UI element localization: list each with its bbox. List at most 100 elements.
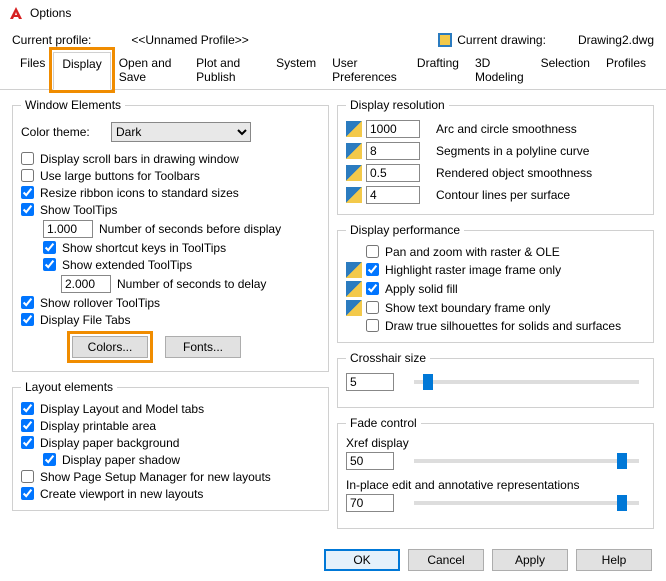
rendered-smoothness-input[interactable] (366, 164, 420, 182)
display-resolution-legend: Display resolution (346, 98, 449, 112)
resolution-icon (346, 165, 362, 181)
show-page-setup-manager-checkbox[interactable] (21, 470, 34, 483)
highlight-raster-frame-label: Highlight raster image frame only (385, 263, 561, 277)
fonts-button[interactable]: Fonts... (165, 336, 241, 358)
display-scroll-bars-label: Display scroll bars in drawing window (40, 152, 239, 166)
draw-true-silhouettes-checkbox[interactable] (366, 319, 379, 332)
apply-solid-fill-checkbox[interactable] (366, 282, 379, 295)
title-bar: Options (0, 0, 666, 26)
show-extended-tooltips-checkbox[interactable] (43, 258, 56, 271)
tab-3d-modeling[interactable]: 3D Modeling (467, 52, 533, 89)
display-paper-shadow-checkbox[interactable] (43, 453, 56, 466)
colors-button[interactable]: Colors... (72, 336, 148, 358)
create-viewport-label: Create viewport in new layouts (40, 487, 203, 501)
tab-display[interactable]: Display (53, 52, 110, 90)
fade-control-legend: Fade control (346, 416, 421, 430)
polyline-segments-input[interactable] (366, 142, 420, 160)
display-scroll-bars-checkbox[interactable] (21, 152, 34, 165)
tooltip-delay-label: Number of seconds to delay (117, 277, 266, 291)
crosshair-size-legend: Crosshair size (346, 351, 430, 365)
contour-lines-label: Contour lines per surface (436, 188, 570, 202)
window-elements-legend: Window Elements (21, 98, 125, 112)
display-printable-area-checkbox[interactable] (21, 419, 34, 432)
current-drawing-value: Drawing2.dwg (578, 33, 654, 47)
window-title: Options (30, 6, 71, 20)
tooltip-seconds-label: Number of seconds before display (99, 222, 281, 236)
arc-circle-smoothness-input[interactable] (366, 120, 420, 138)
resolution-icon (346, 121, 362, 137)
tab-drafting[interactable]: Drafting (409, 52, 467, 89)
display-layout-model-tabs-label: Display Layout and Model tabs (40, 402, 204, 416)
resize-ribbon-icons-label: Resize ribbon icons to standard sizes (40, 186, 239, 200)
window-elements-group: Window Elements Color theme: Dark Displa… (12, 98, 329, 372)
pan-zoom-raster-checkbox[interactable] (366, 245, 379, 258)
tab-system[interactable]: System (268, 52, 324, 89)
in-place-edit-label: In-place edit and annotative representat… (346, 478, 645, 492)
create-viewport-checkbox[interactable] (21, 487, 34, 500)
tooltip-delay-input[interactable] (61, 275, 111, 293)
display-file-tabs-label: Display File Tabs (40, 313, 130, 327)
resize-ribbon-icons-checkbox[interactable] (21, 186, 34, 199)
display-paper-shadow-label: Display paper shadow (62, 453, 180, 467)
display-paper-background-checkbox[interactable] (21, 436, 34, 449)
display-printable-area-label: Display printable area (40, 419, 156, 433)
display-resolution-group: Display resolution Arc and circle smooth… (337, 98, 654, 215)
large-buttons-checkbox[interactable] (21, 169, 34, 182)
rendered-smoothness-label: Rendered object smoothness (436, 166, 592, 180)
show-extended-tooltips-label: Show extended ToolTips (62, 258, 192, 272)
xref-display-slider[interactable] (414, 459, 639, 463)
tab-user-preferences[interactable]: User Preferences (324, 52, 409, 89)
xref-display-label: Xref display (346, 436, 645, 450)
fade-control-group: Fade control Xref display In-place edit … (337, 416, 654, 529)
cancel-button[interactable]: Cancel (408, 549, 484, 571)
arc-circle-smoothness-label: Arc and circle smoothness (436, 122, 577, 136)
slider-thumb (617, 495, 627, 511)
show-rollover-tooltips-label: Show rollover ToolTips (40, 296, 160, 310)
show-tooltips-checkbox[interactable] (21, 203, 34, 216)
current-profile-value: <<Unnamed Profile>> (131, 33, 248, 47)
slider-thumb (423, 374, 433, 390)
show-text-boundary-checkbox[interactable] (366, 301, 379, 314)
display-layout-model-tabs-checkbox[interactable] (21, 402, 34, 415)
contour-lines-input[interactable] (366, 186, 420, 204)
draw-true-silhouettes-label: Draw true silhouettes for solids and sur… (385, 319, 621, 333)
current-profile-label: Current profile: (12, 33, 91, 47)
display-performance-legend: Display performance (346, 223, 464, 237)
highlight-raster-frame-checkbox[interactable] (366, 263, 379, 276)
performance-icon (346, 262, 362, 278)
display-paper-background-label: Display paper background (40, 436, 179, 450)
display-performance-group: Display performance Pan and zoom with ra… (337, 223, 654, 343)
crosshair-size-slider[interactable] (414, 380, 639, 384)
color-theme-select[interactable]: Dark (111, 122, 251, 142)
polyline-segments-label: Segments in a polyline curve (436, 144, 589, 158)
tooltip-seconds-input[interactable] (43, 220, 93, 238)
show-rollover-tooltips-checkbox[interactable] (21, 296, 34, 309)
crosshair-size-input[interactable] (346, 373, 394, 391)
show-shortcut-keys-label: Show shortcut keys in ToolTips (62, 241, 226, 255)
in-place-edit-slider[interactable] (414, 501, 639, 505)
tab-plot-and-publish[interactable]: Plot and Publish (188, 52, 268, 89)
color-theme-label: Color theme: (21, 125, 111, 139)
resolution-icon (346, 187, 362, 203)
tab-files[interactable]: Files (12, 52, 53, 89)
current-drawing-label: Current drawing: (457, 33, 546, 47)
show-shortcut-keys-checkbox[interactable] (43, 241, 56, 254)
tab-selection[interactable]: Selection (533, 52, 598, 89)
large-buttons-label: Use large buttons for Toolbars (40, 169, 200, 183)
ok-button[interactable]: OK (324, 549, 400, 571)
display-file-tabs-checkbox[interactable] (21, 313, 34, 326)
show-tooltips-label: Show ToolTips (40, 203, 117, 217)
crosshair-size-group: Crosshair size (337, 351, 654, 408)
tab-open-and-save[interactable]: Open and Save (111, 52, 188, 89)
autocad-icon (8, 5, 24, 21)
apply-button[interactable]: Apply (492, 549, 568, 571)
xref-display-input[interactable] (346, 452, 394, 470)
layout-elements-group: Layout elements Display Layout and Model… (12, 380, 329, 511)
apply-solid-fill-label: Apply solid fill (385, 282, 458, 296)
show-page-setup-manager-label: Show Page Setup Manager for new layouts (40, 470, 271, 484)
in-place-edit-input[interactable] (346, 494, 394, 512)
help-button[interactable]: Help (576, 549, 652, 571)
performance-icon (346, 281, 362, 297)
tab-profiles[interactable]: Profiles (598, 52, 654, 89)
tab-display-label: Display (62, 57, 101, 71)
